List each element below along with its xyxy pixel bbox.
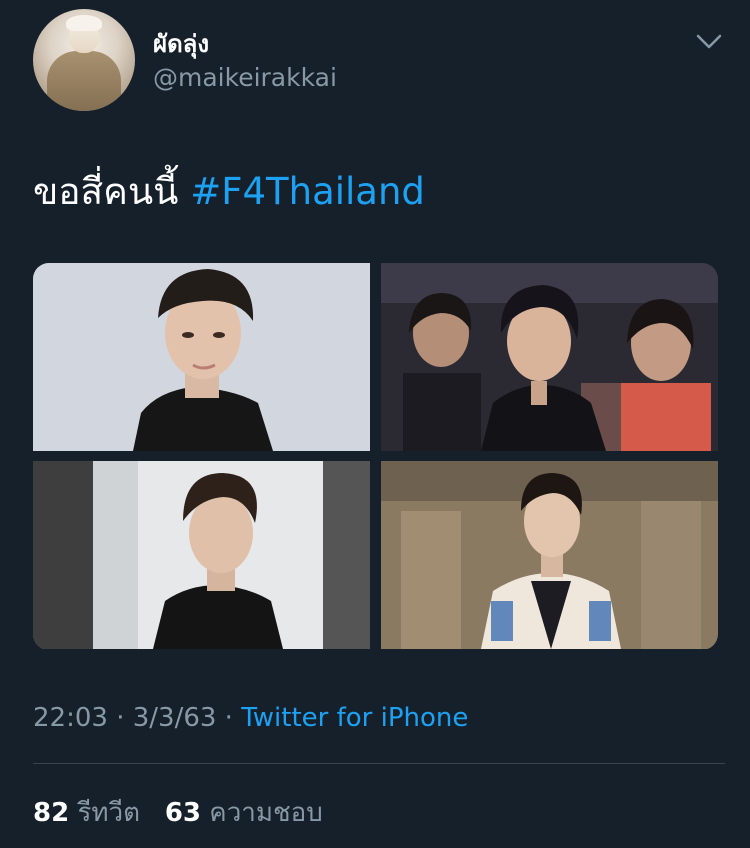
user-handle[interactable]: @maikeirakkai: [153, 63, 337, 92]
chevron-down-icon: [696, 34, 722, 49]
retweets-label: รีทวีต: [77, 798, 141, 828]
tweet-text: ขอสี่คนนี้ #F4Thailand: [33, 162, 425, 221]
tweet: ผัดลุ่ง @maikeirakkai ขอสี่คนนี้ #F4Thai…: [0, 0, 750, 848]
media-grid: [33, 263, 718, 650]
photo-1[interactable]: [33, 263, 370, 451]
tweet-time: 22:03: [33, 703, 108, 733]
more-options-button[interactable]: [694, 30, 724, 54]
retweets-count: 82: [33, 798, 70, 828]
likes-label: ความชอบ: [209, 798, 323, 828]
photo-3[interactable]: [33, 461, 370, 649]
meta-separator: ·: [216, 703, 242, 733]
photo-4[interactable]: [381, 461, 718, 649]
likes-stat[interactable]: 63 ความชอบ: [165, 798, 323, 828]
tweet-meta: 22:03 · 3/3/63 · Twitter for iPhone: [33, 703, 468, 733]
tweet-date: 3/3/63: [132, 703, 217, 733]
retweets-stat[interactable]: 82 รีทวีต: [33, 798, 140, 828]
tweet-source-link[interactable]: Twitter for iPhone: [241, 703, 468, 733]
avatar[interactable]: [33, 9, 135, 111]
tweet-stats: 82 รีทวีต 63 ความชอบ: [33, 792, 323, 833]
display-name[interactable]: ผัดลุ่ง: [153, 24, 209, 63]
likes-count: 63: [164, 798, 202, 828]
hashtag-link[interactable]: #F4Thailand: [190, 170, 425, 213]
photo-2[interactable]: [381, 263, 718, 451]
tweet-body: ขอสี่คนนี้: [33, 170, 191, 213]
divider: [33, 763, 725, 764]
meta-separator: ·: [107, 703, 133, 733]
